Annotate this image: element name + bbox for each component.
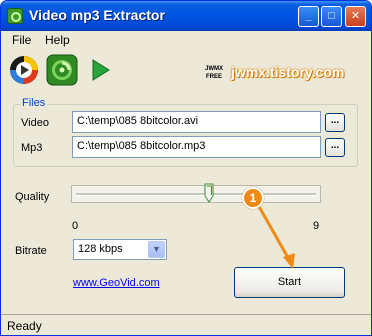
status-text: Ready [7, 319, 42, 333]
app-window: Video mp3 Extractor _ □ ✕ File Help JWMX… [0, 0, 372, 336]
annotation-step-badge: 1 [242, 187, 264, 209]
annotation-arrow [255, 202, 295, 269]
status-bar: Ready [1, 314, 371, 335]
